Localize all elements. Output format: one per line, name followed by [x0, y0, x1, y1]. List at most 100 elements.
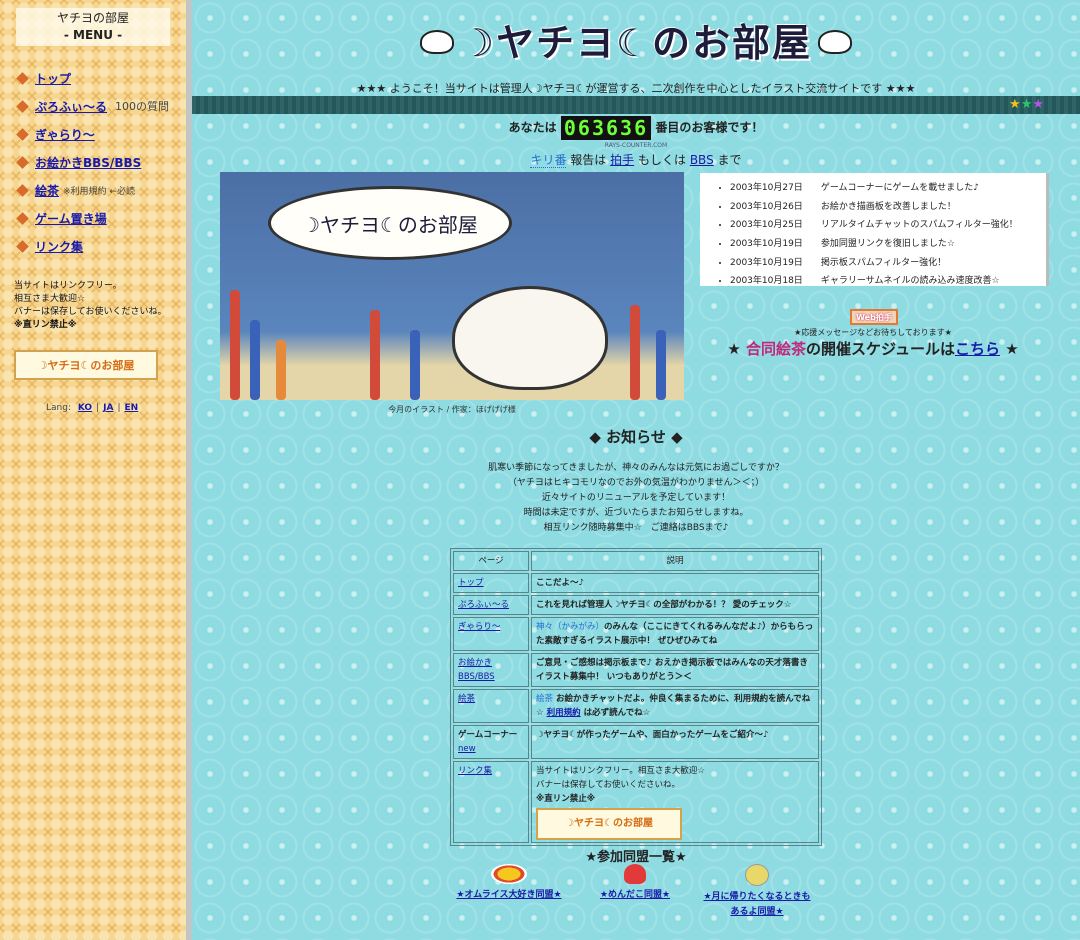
notice-line: 時間は未定ですが、近づいたらまたお知らせしますね。	[523, 508, 749, 518]
until-text: まで	[717, 153, 742, 167]
column-header-page: ページ	[453, 551, 529, 571]
table-desc: ここだよ〜♪	[531, 573, 819, 593]
table-row: 絵茶 絵茶 お絵かきチャットだよ。仲良く集まるために、利用規約を読んでね☆ 利用…	[453, 689, 819, 723]
lang-ko-link[interactable]: KO	[78, 403, 92, 413]
nav-link-games[interactable]: ゲーム置き場	[35, 210, 107, 227]
nav-link-links[interactable]: リンク集	[35, 238, 83, 255]
nav-link-chat[interactable]: 絵茶	[35, 182, 59, 199]
nav-item-games: ゲーム置き場	[16, 204, 169, 232]
notice-line: 相互リンク随時募集中☆ ご連絡はBBSまで♪	[543, 523, 729, 533]
nav-link-top[interactable]: トップ	[35, 70, 71, 87]
link-policy: 当サイトはリンクフリー。 相互さま大歓迎☆ バナーは保存してお使いくださいね。 …	[14, 280, 166, 332]
news-item: 2003年10月18日ギャラリーサムネイルの読み込み速度改善☆	[730, 272, 1046, 286]
sea-slug-mascot	[452, 286, 608, 390]
alliance-item: ★めんだこ同盟★	[580, 864, 690, 903]
column-header-description: 説明	[531, 551, 819, 571]
kiriban-notice: キリ番 報告は 拍手 もしくは BBS まで	[192, 151, 1080, 168]
table-link-profile[interactable]: ぷろふぃ〜る	[458, 600, 509, 610]
mascot-icon	[419, 29, 454, 54]
link-banner[interactable]: ☽ヤチヨ☾のお部屋	[536, 808, 682, 840]
diamond-bullet-icon	[16, 71, 29, 85]
alliance-link-moon[interactable]: ★月に帰りたくなるときもあるよ同盟★	[703, 892, 810, 917]
table-row: ぷろふぃ〜る これを見れば管理人☽ヤチヨ☾の全部がわかる！？ 愛のチェック☆	[453, 595, 819, 615]
news-item: 2003年10月27日ゲームコーナーにゲームを載せました♪	[730, 179, 1046, 198]
table-link-links[interactable]: リンク集	[458, 766, 492, 776]
nav-item-profile: ぷろふぃ〜る 100の質問	[16, 92, 170, 120]
table-row: リンク集 当サイトはリンクフリー。相互さま大歓迎☆ バナーは保存してお使いくださ…	[453, 761, 819, 843]
table-link-top[interactable]: トップ	[458, 578, 484, 588]
coral-decoration	[370, 310, 380, 400]
rules-link[interactable]: 利用規約	[547, 708, 581, 718]
diamond-bullet-icon	[16, 183, 29, 197]
moon-icon	[745, 864, 769, 886]
omurice-icon	[491, 864, 527, 884]
event-schedule: ★ 合同絵茶の開催スケジュールはこちら ★	[727, 340, 1019, 358]
web-clap-button[interactable]: Web拍手	[850, 309, 898, 325]
nav-note-rules[interactable]: ※利用規約 ←必読	[63, 184, 135, 197]
table-desc: これを見れば管理人☽ヤチヨ☾の全部がわかる！？ 愛のチェック☆	[531, 595, 819, 615]
table-link-chat[interactable]: 絵茶	[458, 694, 475, 704]
table-label-games: ゲームコーナー	[458, 730, 518, 740]
nav-note-questions: 100の質問	[115, 100, 170, 113]
table-desc: ご意見・ご感想は掲示板まで♪ おえかき掲示板ではみんなの天才落書きイラスト募集中…	[531, 653, 819, 687]
site-banner[interactable]: ☽ヤチヨ☾のお部屋	[14, 350, 158, 380]
coral-decoration	[630, 305, 640, 400]
new-badge-link[interactable]: new	[458, 744, 476, 754]
news-item: 2003年10月26日お絵かき描画板を改善しました！	[730, 198, 1046, 217]
coral-decoration	[230, 290, 240, 400]
news-item: 2003年10月25日リアルタイムチャットのスパムフィルター強化！	[730, 216, 1046, 235]
table-row: お絵かきBBS/BBS ご意見・ご感想は掲示板まで♪ おえかき掲示板ではみんなの…	[453, 653, 819, 687]
nav-link-profile[interactable]: ぷろふぃ〜る	[35, 98, 107, 115]
star-decoration-icon: ★★★	[1009, 97, 1044, 112]
lang-ja-link[interactable]: JA	[103, 403, 113, 413]
report-text: 報告は	[570, 153, 607, 167]
news-item: 2003年10月19日参加同盟リンクを復旧しました☆	[730, 235, 1046, 254]
menu-label: - MENU -	[63, 28, 123, 42]
alliance-link-octopus[interactable]: ★めんだこ同盟★	[600, 890, 670, 900]
diamond-bullet-icon	[16, 211, 29, 225]
nav-item-top: トップ	[16, 64, 169, 92]
header-stripe: ★★★	[192, 96, 1080, 114]
news-item: 2003年10月19日掲示板スパムフィルター強化！	[730, 254, 1046, 273]
coral-decoration	[656, 330, 666, 400]
visitor-counter: あなたは 063636 番目のお客様です！	[192, 116, 1080, 140]
nav-link-bbs[interactable]: お絵かきBBS/BBS	[35, 154, 141, 171]
clap-link[interactable]: 拍手	[610, 153, 634, 167]
table-row: トップ ここだよ〜♪	[453, 573, 819, 593]
lang-en-link[interactable]: EN	[125, 403, 139, 413]
alliance-link-omurice[interactable]: ★オムライス大好き同盟★	[456, 890, 561, 900]
table-desc: 絵茶 お絵かきチャットだよ。仲良く集まるために、利用規約を読んでね☆ 利用規約 …	[531, 689, 819, 723]
table-header-row: ページ 説明	[453, 551, 819, 571]
news-list: 2003年10月27日ゲームコーナーにゲームを載せました♪ 2003年10月26…	[700, 179, 1046, 286]
table-link-gallery[interactable]: ぎゃらり〜	[458, 622, 500, 632]
welcome-message: ★★★ ようこそ！当サイトは管理人☽ヤチヨ☾が運営する、二次創作を中心としたイラ…	[356, 82, 916, 95]
table-desc: 当サイトはリンクフリー。相互さま大歓迎☆ バナーは保存してお使いくださいね。 ※…	[531, 761, 819, 843]
main-content: ☽ヤチヨ☾のお部屋 ★★★ ようこそ！当サイトは管理人☽ヤチヨ☾が運営する、二次…	[192, 0, 1080, 940]
diamond-bullet-icon	[16, 127, 29, 141]
event-name: 合同絵茶	[746, 340, 807, 358]
table-link-bbs[interactable]: お絵かきBBS/BBS	[458, 658, 495, 682]
news-panel[interactable]: 2003年10月27日ゲームコーナーにゲームを載せました♪ 2003年10月26…	[700, 173, 1049, 286]
info-line: 相互さま大歓迎☆	[14, 294, 86, 304]
counter-suffix: 番目のお客様です！	[655, 120, 764, 135]
sidebar: ヤチヨの部屋 - MENU - トップ ぷろふぃ〜る 100の質問 ぎゃらり〜 お…	[0, 0, 186, 940]
nav-item-gallery: ぎゃらり〜	[16, 120, 169, 148]
diamond-bullet-icon	[16, 239, 29, 253]
counter-value: 063636	[560, 116, 652, 140]
mascot-icon	[818, 29, 853, 54]
diamond-bullet-icon	[16, 155, 29, 169]
counter-provider: RAYS-COUNTER.COM	[604, 142, 668, 149]
clap-message: ★応援メッセージなどお待ちしております★	[794, 328, 952, 337]
notice-line: 肌寒い季節になってきましたが、神々のみんなは元気にお過ごしですか？	[488, 463, 784, 473]
site-name: ヤチヨの部屋	[56, 11, 129, 25]
nav-link-gallery[interactable]: ぎゃらり〜	[35, 126, 95, 143]
nav-item-links: リンク集	[16, 232, 169, 260]
diamond-bullet-icon	[16, 99, 29, 113]
bbs-link[interactable]: BBS	[690, 153, 714, 167]
kiriban-label: キリ番	[530, 153, 567, 168]
table-row: ぎゃらり〜 神々（かみがみ）のみんな（ここにきてくれるみんなだよ♪）からもらった…	[453, 617, 819, 651]
page-title: ☽ヤチヨ☾のお部屋	[192, 12, 1080, 67]
table-desc: ☽ヤチヨ☾が作ったゲームや、面白かったゲームをご紹介〜♪	[531, 725, 819, 759]
table-row: ゲームコーナー new ☽ヤチヨ☾が作ったゲームや、面白かったゲームをご紹介〜♪	[453, 725, 819, 759]
schedule-link[interactable]: こちら	[955, 340, 1000, 358]
